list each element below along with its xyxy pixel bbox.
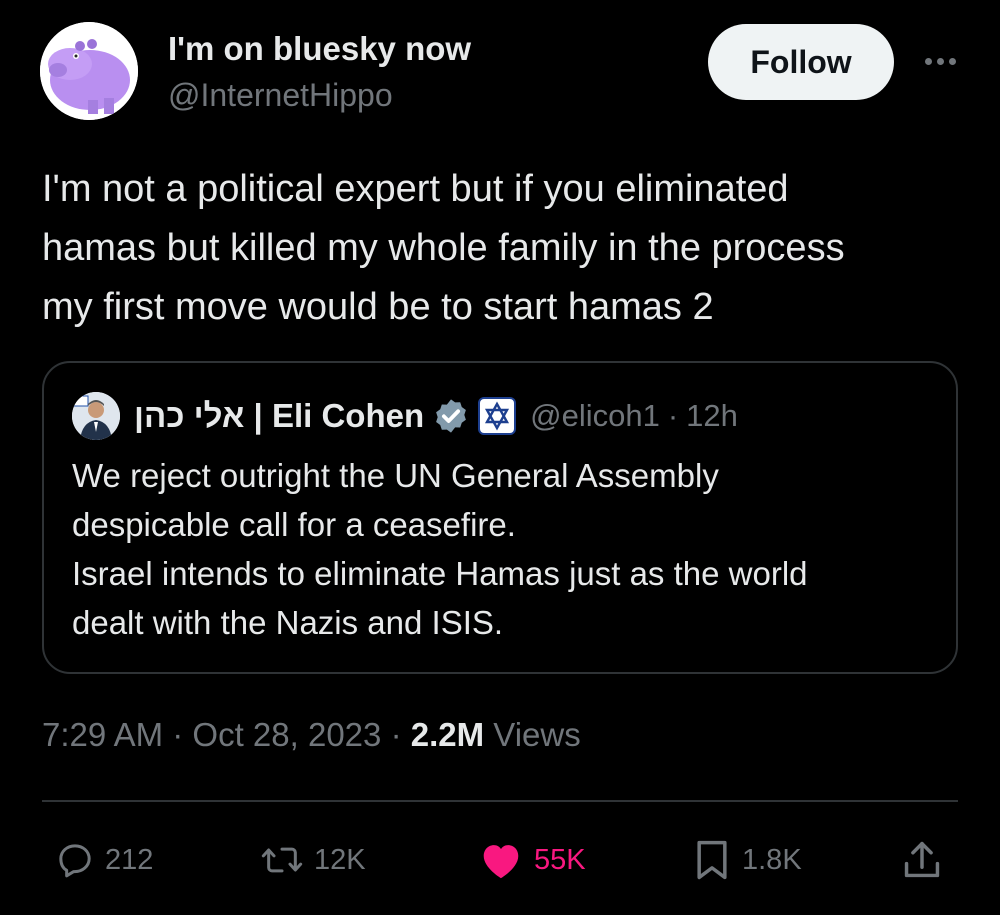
quoted-text-line: despicable call for a ceasefire.	[72, 506, 516, 543]
more-icon[interactable]	[918, 46, 962, 76]
person-avatar-icon	[72, 392, 120, 440]
views-count: 2.2M	[410, 716, 485, 753]
repost-count: 12K	[314, 843, 366, 876]
author-handle[interactable]: @InternetHippo	[168, 77, 393, 114]
tweet-time[interactable]: 7:29 AM	[42, 716, 163, 753]
repost-button[interactable]: 12K	[260, 835, 366, 885]
tweet-text-line: hamas but killed my whole family in the …	[42, 227, 845, 269]
share-button[interactable]	[902, 835, 942, 885]
author-display-name[interactable]: I'm on bluesky now	[168, 30, 471, 68]
hippo-icon	[40, 22, 138, 120]
quoted-tweet-time[interactable]: 12h	[686, 398, 738, 434]
tweet-text-line: my first move would be to start hamas 2	[42, 286, 714, 328]
bookmark-button[interactable]: 1.8K	[692, 835, 802, 885]
quoted-tweet-text: We reject outright the UN General Assemb…	[72, 451, 932, 647]
more-dot	[924, 57, 932, 65]
divider	[42, 800, 958, 802]
quoted-text-line: Israel intends to eliminate Hamas just a…	[72, 555, 808, 592]
verified-badge-icon	[436, 399, 467, 433]
reply-count: 212	[105, 843, 154, 876]
quoted-tweet-header: אלי כהן | Eli Cohen @elicoh1 · 12h	[72, 391, 738, 441]
tweet-text-line: I'm not a political expert but if you el…	[42, 168, 789, 210]
government-emblem-icon	[478, 397, 517, 435]
author-avatar[interactable]	[40, 22, 138, 120]
repost-icon	[261, 847, 303, 873]
like-count: 55K	[534, 843, 586, 876]
quoted-author-name[interactable]: אלי כהן | Eli Cohen	[134, 397, 424, 435]
more-dot	[948, 57, 956, 65]
heart-icon	[483, 845, 519, 879]
tweet-detail: I'm on bluesky now @InternetHippo Follow…	[0, 0, 1000, 915]
tweet-meta: 7:29 AM · Oct 28, 2023 · 2.2M Views	[42, 716, 581, 754]
quoted-author-avatar[interactable]	[72, 392, 120, 440]
like-button[interactable]: 55K	[478, 835, 586, 885]
separator-dot: ·	[390, 716, 402, 753]
tweet-date[interactable]: Oct 28, 2023	[192, 716, 381, 753]
reply-button[interactable]: 212	[55, 835, 153, 885]
separator-dot: ·	[667, 398, 679, 433]
separator-dot: ·	[172, 716, 184, 753]
bookmark-icon	[697, 840, 727, 880]
bookmark-count: 1.8K	[742, 843, 802, 876]
views-label: Views	[493, 716, 581, 753]
tweet-header: I'm on bluesky now @InternetHippo Follow	[40, 22, 960, 122]
tweet-text: I'm not a political expert but if you el…	[42, 160, 962, 337]
quoted-tweet[interactable]: אלי כהן | Eli Cohen @elicoh1 · 12h We re…	[42, 361, 958, 674]
quoted-text-line: We reject outright the UN General Assemb…	[72, 457, 719, 494]
reply-icon	[59, 844, 91, 878]
quoted-author-handle[interactable]: @elicoh1	[530, 398, 660, 434]
quoted-text-line: dealt with the Nazis and ISIS.	[72, 604, 504, 641]
more-dot	[936, 57, 944, 65]
follow-button[interactable]: Follow	[708, 24, 894, 100]
star-emblem-icon	[485, 401, 510, 431]
share-icon	[904, 841, 940, 878]
